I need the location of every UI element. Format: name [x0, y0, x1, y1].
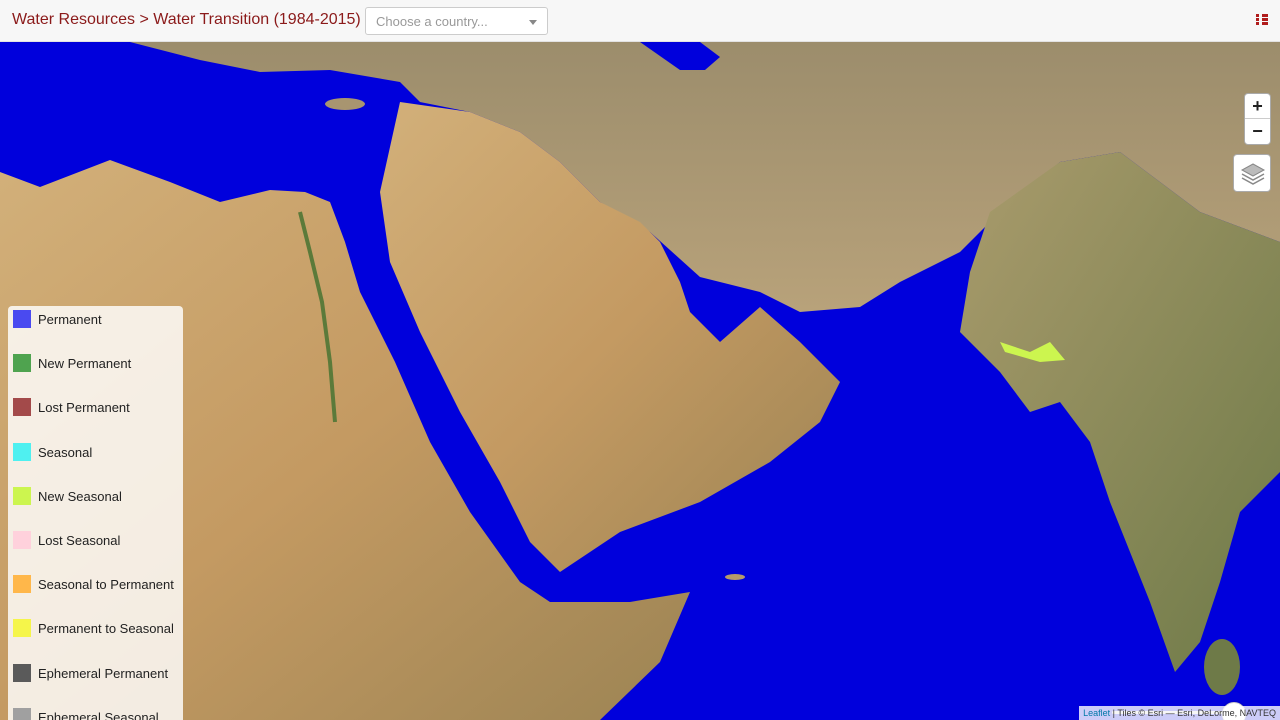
- legend-label: New Permanent: [38, 356, 132, 372]
- map-view[interactable]: + − Permanent New Permanent Lost Permanent…: [0, 42, 1280, 720]
- legend-swatch: [13, 398, 31, 417]
- country-select[interactable]: Choose a country...: [365, 7, 548, 35]
- legend-label: New Seasonal: [38, 488, 122, 504]
- legend-swatch: [13, 663, 31, 682]
- layers-button[interactable]: [1233, 154, 1271, 192]
- legend-label: Lost Permanent: [38, 400, 130, 416]
- legend-label: Ephemeral Permanent: [38, 665, 169, 681]
- landmass-socotra: [725, 574, 745, 580]
- zoom-in-button[interactable]: +: [1245, 94, 1270, 119]
- legend-label: Permanent to Seasonal: [38, 621, 174, 637]
- attribution-text: | Tiles © Esri — Esri, DeLorme, NAVTEQ: [1110, 708, 1276, 718]
- legend-swatch: [13, 575, 31, 594]
- legend-swatch: [13, 310, 31, 328]
- list-icon[interactable]: [1256, 14, 1268, 25]
- legend-swatch: [13, 619, 31, 638]
- legend-swatch: [13, 486, 31, 505]
- zoom-control: + −: [1244, 93, 1271, 145]
- landmass-india: [960, 152, 1280, 672]
- legend-label: Lost Seasonal: [38, 533, 121, 548]
- landmass-sri-lanka: [1204, 639, 1240, 695]
- legend-label: Seasonal: [38, 444, 93, 460]
- country-select-placeholder: Choose a country...: [376, 14, 488, 29]
- page-title[interactable]: Water Resources > Water Transition (1984…: [12, 11, 361, 29]
- legend-swatch: [13, 354, 31, 373]
- legend-swatch: [13, 442, 31, 461]
- top-navbar: Water Resources > Water Transition (1984…: [0, 0, 1280, 42]
- landmass-cyprus: [325, 98, 365, 110]
- leaflet-link[interactable]: Leaflet: [1083, 708, 1110, 718]
- map-attribution: Leaflet | Tiles © Esri — Esri, DeLorme, …: [1079, 706, 1280, 720]
- chevron-down-icon: [529, 20, 537, 25]
- map-tiles: [0, 42, 1280, 720]
- layers-icon: [1240, 163, 1266, 185]
- legend-swatch: [13, 531, 31, 549]
- legend-panel: Permanent New Permanent Lost Permanent Seas…: [8, 306, 183, 720]
- legend-swatch: [13, 707, 31, 720]
- legend-label: Ephemeral Seasonal: [38, 709, 159, 720]
- legend-label: Permanent: [38, 312, 102, 327]
- zoom-out-button[interactable]: −: [1245, 119, 1270, 144]
- legend-label: Seasonal to Permanent: [38, 577, 174, 593]
